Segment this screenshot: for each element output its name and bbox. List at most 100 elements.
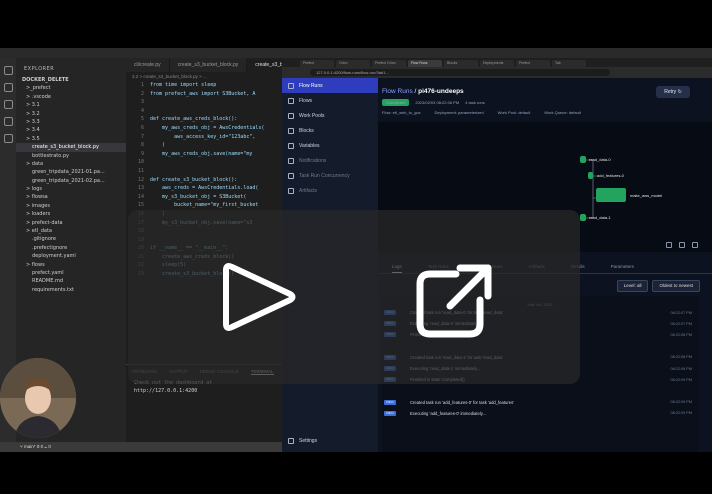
code-line: 8 ): [130, 141, 282, 150]
settings-link[interactable]: Settings: [282, 433, 378, 448]
editor-tabs: cli/create.pycreate_s3_bucket_block.pycr…: [126, 58, 325, 72]
sidebar-item[interactable]: Flow Runs: [282, 78, 378, 93]
sidebar-item-label: Task Run Concurrency: [299, 172, 350, 179]
graph-node-make-model[interactable]: [596, 188, 626, 202]
editor-tab[interactable]: create_s3_bucket_block.py: [170, 58, 248, 72]
log-level-badge: INFO: [384, 410, 396, 416]
browser-tab[interactable]: Prefect: [516, 60, 550, 67]
file-tree-item[interactable]: .gitignore: [16, 235, 126, 243]
graph-node-read-data-0[interactable]: [580, 156, 586, 163]
log-timestamp: 08:22:09 PM: [670, 377, 692, 382]
sidebar-item[interactable]: Notifications: [282, 153, 378, 168]
sidebar-item-label: Flows: [299, 97, 313, 104]
graph-node-read-data-1[interactable]: [580, 214, 586, 221]
file-tree-item[interactable]: > flowsa: [16, 193, 126, 201]
log-controls: Level: all Oldest to newest: [616, 280, 700, 292]
sidebar-item[interactable]: Blocks: [282, 123, 378, 138]
code-line: 5 def create_aws_creds_block():: [130, 115, 282, 124]
file-tree-item[interactable]: prefect.yaml: [16, 269, 126, 277]
code-text: ): [150, 142, 166, 149]
file-tree-item[interactable]: > images: [16, 202, 126, 210]
sidebar-item-label: Blocks: [299, 127, 314, 134]
log-level-badge: INFO: [384, 399, 396, 405]
external-link-icon[interactable]: [412, 260, 496, 340]
browser-tab[interactable]: Deployments: [480, 60, 514, 67]
graph-node-add-features[interactable]: [588, 172, 593, 179]
code-line: 7 aws_access_key_id="123abc",: [130, 133, 282, 142]
nav-icon: [288, 82, 294, 89]
play-icon[interactable]: [216, 262, 300, 332]
file-tree-item[interactable]: green_tripdata_2021-02.pa...: [16, 177, 126, 185]
browser-tab[interactable]: Blocks: [444, 60, 478, 67]
fullscreen-icon[interactable]: [692, 242, 698, 248]
run-info-item: Work Queue: default: [544, 110, 581, 115]
level-select[interactable]: Level: all: [616, 280, 649, 292]
file-tree-item[interactable]: bottlestrato.py: [16, 152, 126, 160]
extensions-icon[interactable]: [3, 134, 13, 143]
file-tree-item[interactable]: > loaders: [16, 210, 126, 218]
breadcrumb-flow-runs[interactable]: Flow Runs: [382, 88, 413, 95]
search-icon[interactable]: [3, 83, 13, 92]
file-tree-item[interactable]: > logs: [16, 185, 126, 193]
code-text: aws_creds = AwsCredentials.load(: [150, 185, 259, 192]
url-field[interactable]: 127.0.0.1:4200/flow-runs/flow-run/3ab1..…: [310, 69, 610, 76]
file-tree-item[interactable]: green_tripdata_2021-01.pa...: [16, 168, 126, 176]
line-number: 14: [137, 193, 144, 200]
file-tree-item[interactable]: README.md: [16, 277, 126, 285]
line-number: 2: [140, 90, 144, 97]
line-number: 12: [137, 176, 144, 183]
code-text: my_aws_creds_obj.save(name="my: [150, 150, 253, 157]
browser-tab[interactable]: Orion: [336, 60, 370, 67]
file-tree-item[interactable]: > 3.4: [16, 126, 126, 134]
browser-tab[interactable]: Tab: [552, 60, 586, 67]
screen-recording: EXPLORER DOCKER_DELETE >_prefect > .vscod…: [0, 48, 712, 452]
code-text: aws_access_key_id="123abc",: [150, 133, 256, 140]
sidebar-item[interactable]: Variables: [282, 138, 378, 153]
browser-tab[interactable]: Prefect Orion: [372, 60, 406, 67]
file-tree-item[interactable]: > 3.3: [16, 118, 126, 126]
file-tree-item[interactable]: > 3.1: [16, 101, 126, 109]
log-timestamp: 08:22:08 PM: [670, 366, 692, 371]
log-timestamp: 08:22:07 PM: [670, 310, 692, 315]
file-tree-item[interactable]: >_prefect: [16, 84, 126, 92]
sidebar-item[interactable]: Work Pools: [282, 108, 378, 123]
retry-button[interactable]: Retry ↻: [656, 86, 690, 98]
browser-tab[interactable]: Prefect: [300, 60, 334, 67]
file-tree-item[interactable]: > 3.2: [16, 110, 126, 118]
line-number: 7: [140, 133, 144, 140]
file-tree-item[interactable]: requirements.txt: [16, 286, 126, 294]
root-folder[interactable]: DOCKER_DELETE: [16, 76, 126, 84]
sort-select[interactable]: Oldest to newest: [652, 280, 700, 292]
breadcrumb: 3.2 > create_s3_bucket_block.py > ...: [132, 74, 207, 79]
file-tree-item[interactable]: deployment.yaml: [16, 252, 126, 260]
run-tab[interactable]: Parameters: [611, 260, 634, 273]
sidebar-item[interactable]: Flows: [282, 93, 378, 108]
file-tree-item[interactable]: > prefect-data: [16, 219, 126, 227]
zoom-in-icon[interactable]: [666, 242, 672, 248]
file-tree-item[interactable]: > data: [16, 160, 126, 168]
file-tree-item[interactable]: > flows: [16, 261, 126, 269]
sidebar-item-label: Notifications: [299, 157, 327, 164]
explorer-title: EXPLORER: [24, 66, 55, 72]
file-tree-item[interactable]: .prefectignore: [16, 244, 126, 252]
file-tree-item[interactable]: > .vscode: [16, 93, 126, 101]
line-number: 11: [137, 167, 144, 174]
log-timestamp: 08:22:08 PM: [670, 355, 692, 360]
editor-tab[interactable]: cli/create.py: [126, 58, 170, 72]
zoom-out-icon[interactable]: [679, 242, 685, 248]
file-tree-item[interactable]: > etl_data: [16, 227, 126, 235]
file-tree-item[interactable]: create_s3_bucket_block.py: [16, 143, 126, 152]
file-tree-item[interactable]: > 3.5: [16, 135, 126, 143]
code-line: 2 from prefect_aws import S3Bucket, A: [130, 90, 282, 99]
line-number: 9: [140, 150, 144, 157]
run-debug-icon[interactable]: [3, 117, 13, 126]
run-info-item: Work Pool: default: [497, 110, 531, 115]
line-number: 4: [140, 107, 144, 114]
files-icon[interactable]: [3, 66, 13, 75]
line-number: 8: [140, 142, 144, 149]
sidebar-item-label: Artifacts: [299, 187, 318, 194]
source-control-icon[interactable]: [3, 100, 13, 109]
sidebar-item[interactable]: Artifacts: [282, 183, 378, 198]
sidebar-item[interactable]: Task Run Concurrency: [282, 168, 378, 183]
browser-tab[interactable]: Flow Runs: [408, 60, 442, 67]
